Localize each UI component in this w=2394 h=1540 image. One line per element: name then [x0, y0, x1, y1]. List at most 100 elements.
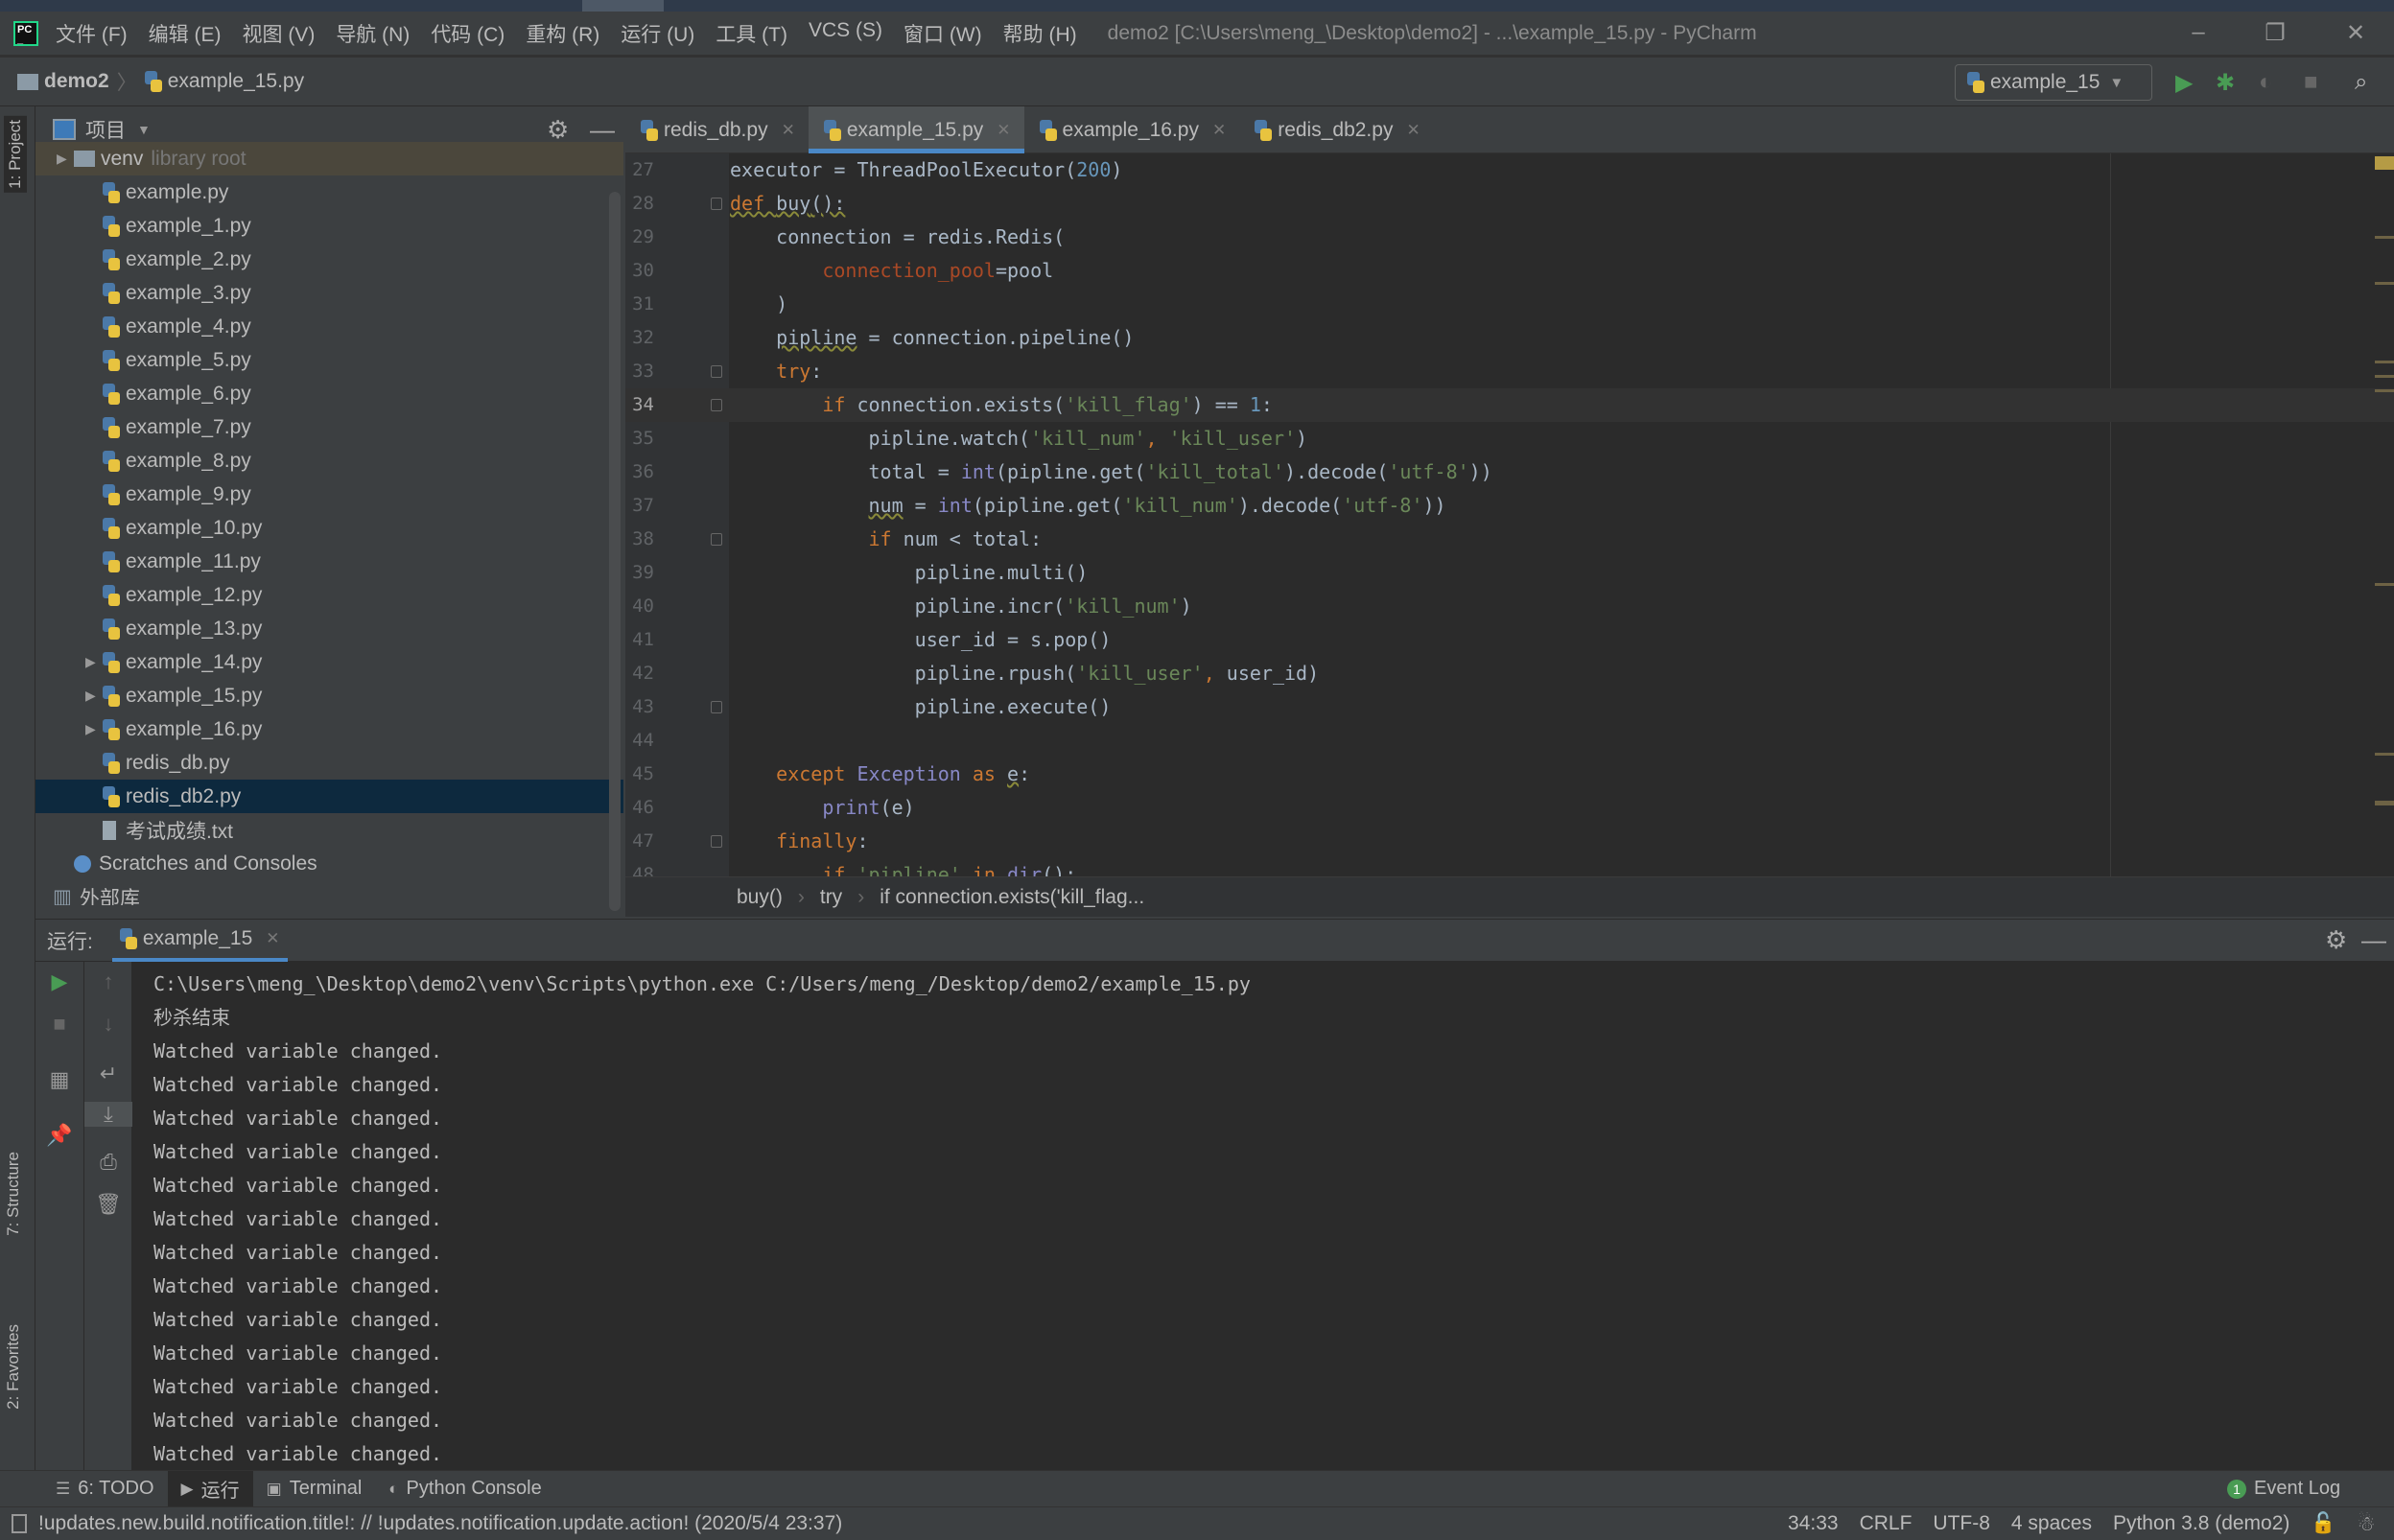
menu-item[interactable]: 导航 (N)	[336, 19, 410, 48]
stop-icon[interactable]: ■	[2304, 69, 2318, 96]
tree-item[interactable]: example_3.py	[35, 276, 623, 310]
tree-item[interactable]: example_11.py	[35, 545, 623, 578]
menu-item[interactable]: 运行 (U)	[621, 19, 694, 48]
tree-item[interactable]: example_4.py	[35, 310, 623, 343]
soft-wrap-icon[interactable]: ↵	[84, 1062, 132, 1086]
caret-position[interactable]: 34:33	[1788, 1512, 1839, 1535]
toggle-tool-windows-icon[interactable]	[12, 1514, 27, 1533]
tab-redis_db-py[interactable]: redis_db.py ✕	[625, 106, 809, 153]
hide-panel-icon[interactable]: —	[2361, 925, 2386, 955]
close-icon[interactable]: ✕	[266, 929, 279, 948]
menu-item[interactable]: 代码 (C)	[431, 19, 505, 48]
tool-window-1[interactable]: ▶ 运行	[167, 1470, 253, 1507]
menu-item[interactable]: 重构 (R)	[526, 19, 599, 48]
rerun-icon[interactable]: ▶	[35, 969, 83, 994]
down-arrow-icon[interactable]: ↓	[84, 1012, 132, 1037]
scroll-to-end-icon[interactable]: ⤓	[84, 1102, 132, 1127]
tree-item[interactable]: ▶ example_15.py	[35, 679, 623, 712]
tab-redis_db2-py[interactable]: redis_db2.py ✕	[1239, 106, 1434, 153]
tree-item[interactable]: Scratches and Consoles	[35, 847, 623, 880]
expand-arrow-icon[interactable]: ▶	[85, 721, 96, 737]
print-icon[interactable]: ⎙	[84, 1150, 132, 1175]
tree-item[interactable]: example_9.py	[35, 478, 623, 511]
tool-window-0[interactable]: ☰ 6: TODO	[42, 1471, 168, 1507]
up-arrow-icon[interactable]: ↑	[84, 969, 132, 994]
tree-item[interactable]: example_7.py	[35, 410, 623, 444]
tool-window-3[interactable]: ◐ Python Console	[375, 1471, 554, 1507]
fold-marker-icon[interactable]	[711, 198, 722, 210]
lock-icon[interactable]: 🔓	[2311, 1512, 2335, 1535]
favorites-tool-tab[interactable]: 2: Favorites	[4, 1324, 23, 1410]
fold-marker-icon[interactable]	[711, 701, 722, 713]
tree-item[interactable]: example_10.py	[35, 511, 623, 545]
restore-button[interactable]: ❐	[2256, 19, 2294, 47]
tree-item[interactable]: example_6.py	[35, 377, 623, 410]
tree-item[interactable]: example_12.py	[35, 578, 623, 612]
tree-item[interactable]: ▶ example_16.py	[35, 712, 623, 746]
tree-item[interactable]: example_2.py	[35, 243, 623, 276]
tab-example_16-py[interactable]: example_16.py ✕	[1024, 106, 1240, 153]
tree-item[interactable]: example.py	[35, 175, 623, 209]
tree-item[interactable]: ▶▥外部库	[35, 880, 623, 905]
project-view-selector[interactable]: 项目	[85, 115, 126, 144]
fold-marker-icon[interactable]	[711, 365, 722, 378]
code-area[interactable]: 27 executor = ThreadPoolExecutor(200) 28 de…	[625, 153, 2394, 876]
gear-icon[interactable]: ⚙	[2325, 925, 2347, 955]
minimize-button[interactable]: –	[2179, 19, 2218, 46]
tree-scrollbar[interactable]	[609, 192, 621, 911]
file-encoding[interactable]: UTF-8	[1933, 1512, 1990, 1535]
run-tab[interactable]: example_15 ✕	[111, 919, 288, 962]
run-console-output[interactable]: C:\Users\meng_\Desktop\demo2\venv\Script…	[132, 962, 2394, 1470]
tree-item[interactable]: redis_db2.py	[35, 780, 623, 813]
nav-project[interactable]: demo2	[44, 70, 109, 93]
menu-item[interactable]: 帮助 (H)	[1003, 19, 1077, 48]
nav-file[interactable]: example_15.py	[168, 70, 304, 93]
run-config-dropdown[interactable]: example_15 ▼	[1955, 64, 2152, 101]
event-log-button[interactable]: 1 Event Log	[2227, 1478, 2340, 1500]
expand-arrow-icon[interactable]: ▶	[85, 688, 96, 704]
tree-item[interactable]: ▶ venv library root	[35, 142, 623, 175]
close-icon[interactable]: ✕	[997, 121, 1010, 140]
hide-panel-icon[interactable]: —	[590, 115, 615, 145]
menu-item[interactable]: 窗口 (W)	[904, 19, 982, 48]
pin-icon[interactable]: 📌	[35, 1123, 83, 1148]
tree-item[interactable]: example_13.py	[35, 612, 623, 645]
breadcrumb-item[interactable]: buy()	[737, 886, 783, 909]
close-icon[interactable]: ✕	[1212, 121, 1226, 140]
fold-marker-icon[interactable]	[711, 533, 722, 546]
tree-item[interactable]: example_5.py	[35, 343, 623, 377]
tree-item[interactable]: ▶ example_14.py	[35, 645, 623, 679]
search-icon[interactable]: ⌕	[2355, 69, 2367, 96]
inspector-icon[interactable]: ☃	[2358, 1512, 2376, 1536]
tab-example_15-py[interactable]: example_15.py ✕	[808, 106, 1024, 153]
close-window-button[interactable]: ✕	[2336, 19, 2375, 47]
chevron-down-icon[interactable]: ▼	[137, 122, 151, 137]
layout-icon[interactable]: ▦	[35, 1067, 83, 1092]
tree-item[interactable]: redis_db.py	[35, 746, 623, 780]
line-separator[interactable]: CRLF	[1860, 1512, 1913, 1535]
breadcrumb-item[interactable]: if connection.exists('kill_flag...	[880, 886, 1144, 909]
menu-item[interactable]: 文件 (F)	[56, 19, 128, 48]
coverage-icon[interactable]: ◐	[2259, 69, 2273, 96]
breadcrumb-item[interactable]: try	[820, 886, 842, 909]
tree-item[interactable]: 考试成绩.txt	[35, 813, 623, 847]
close-icon[interactable]: ✕	[1406, 121, 1420, 140]
structure-tool-tab[interactable]: 7: Structure	[4, 1152, 23, 1236]
tool-window-2[interactable]: ▣ Terminal	[253, 1471, 376, 1507]
stop-icon[interactable]: ■	[35, 1012, 83, 1037]
menu-item[interactable]: 工具 (T)	[716, 19, 787, 48]
python-interpreter[interactable]: Python 3.8 (demo2)	[2113, 1512, 2289, 1535]
run-icon[interactable]: ▶	[2175, 69, 2193, 97]
trash-icon[interactable]: 🗑	[84, 1192, 132, 1217]
menu-item[interactable]: VCS (S)	[809, 19, 882, 48]
expand-arrow-icon[interactable]: ▶	[57, 151, 67, 167]
expand-arrow-icon[interactable]: ▶	[85, 654, 96, 670]
indent-setting[interactable]: 4 spaces	[2011, 1512, 2092, 1535]
project-tool-tab[interactable]: 1: Project	[4, 116, 27, 193]
gear-icon[interactable]: ⚙	[547, 115, 569, 145]
menu-item[interactable]: 编辑 (E)	[149, 19, 222, 48]
tree-item[interactable]: example_1.py	[35, 209, 623, 243]
fold-marker-icon[interactable]	[711, 399, 722, 411]
status-message[interactable]: !updates.new.build.notification.title!: …	[38, 1512, 842, 1535]
menu-item[interactable]: 视图 (V)	[242, 19, 315, 48]
